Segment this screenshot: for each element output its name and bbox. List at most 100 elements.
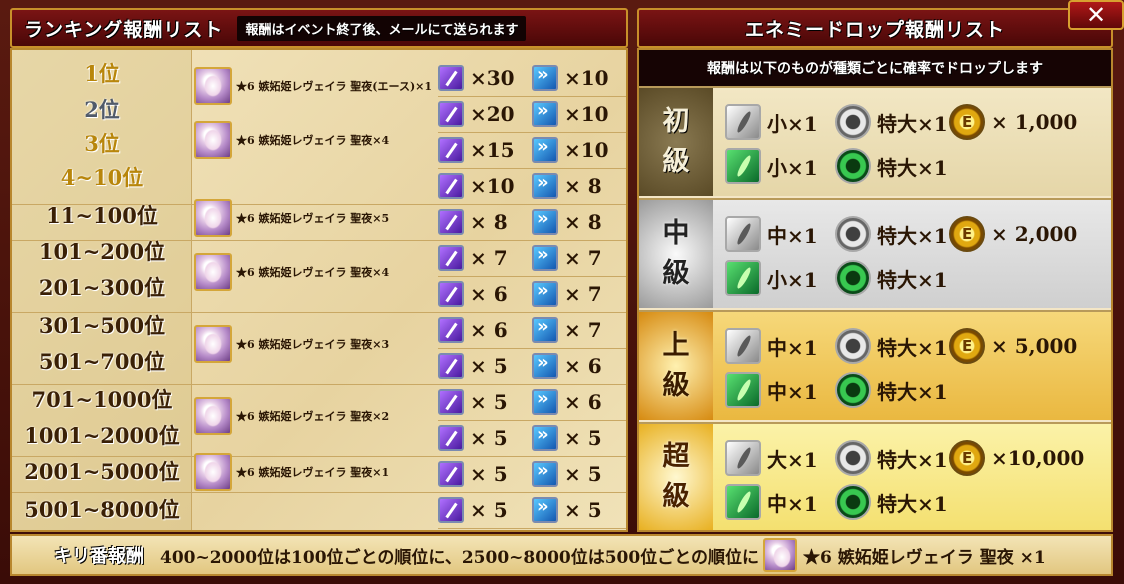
drop-qty: × 5,000 xyxy=(991,334,1078,358)
drop-qty: 特大×1 xyxy=(877,223,948,248)
drop-item: 特大×1 xyxy=(835,260,948,296)
purple-ticket-item: × 5 xyxy=(438,461,532,487)
purple-quill-ticket-icon xyxy=(438,173,464,199)
blue-ticket-qty: ×10 xyxy=(564,66,609,90)
rank-label: 101~200位 xyxy=(38,239,166,264)
rank-label: 2位 xyxy=(84,97,120,122)
tier-label: 初級 xyxy=(639,88,713,196)
close-button[interactable]: ✕ xyxy=(1068,0,1124,30)
prize-cell: ★6 嫉妬姫レヴェイラ 聖夜×4 xyxy=(194,252,436,292)
tier-label-char: 初 xyxy=(662,106,690,137)
ticket-row: × 6 × 7 xyxy=(438,276,626,312)
purple-quill-ticket-icon xyxy=(438,389,464,415)
tier-intermediate: 中級 中×1 特大×1 × 2,000 小×1 特大×1 xyxy=(639,198,1111,308)
drop-row: 中×1 特大×1 × 5,000 xyxy=(725,326,1077,366)
enemy-drop-panel: 報酬は以下のものが種類ごとに確率でドロップします 初級小×1特大×1× 1,00… xyxy=(637,48,1113,532)
blue-ticket-qty: × 5 xyxy=(564,498,602,522)
blue-arrow-ticket-icon xyxy=(532,460,558,487)
purple-quill-ticket-icon xyxy=(438,101,464,127)
blue-ticket-item: × 8 xyxy=(532,172,626,199)
drop-qty: 特大×1 xyxy=(877,267,948,292)
rank-label: 11~100位 xyxy=(46,203,158,228)
purple-ticket-qty: × 5 xyxy=(470,390,508,414)
prize-text: ★6 嫉妬姫レヴェイラ 聖夜×3 xyxy=(236,338,390,351)
ticket-row: × 5 × 5 xyxy=(438,456,626,492)
ranking-header: ランキング報酬リスト 報酬はイベント終了後、メールにて送られます xyxy=(10,8,628,48)
blue-arrow-ticket-icon xyxy=(532,316,558,343)
drop-qty: × 2,000 xyxy=(991,222,1078,246)
rank-label: 1001~2000位 xyxy=(24,423,180,448)
ticket-row: ×10 × 8 xyxy=(438,168,626,204)
ticket-row: × 7 × 7 xyxy=(438,240,626,276)
drop-row: 小×1 特大×1 xyxy=(725,146,948,186)
milestone-reward-bar: キリ番報酬 400~2000位は100位ごとの順位に、2500~8000位は50… xyxy=(10,534,1113,576)
green-feather-stone-icon xyxy=(725,260,761,296)
character-portrait-icon xyxy=(194,253,232,291)
purple-ticket-item: × 6 xyxy=(438,281,532,307)
purple-quill-ticket-icon xyxy=(438,425,464,451)
blue-ticket-qty: × 5 xyxy=(564,462,602,486)
emerald-ring-icon xyxy=(835,372,871,408)
drop-qty: 特大×1 xyxy=(877,111,948,136)
drop-item: 特大×1 xyxy=(835,216,949,252)
drop-qty: 特大×1 xyxy=(877,335,948,360)
blue-ticket-qty: × 8 xyxy=(564,174,602,198)
prize-text: ★6 嫉妬姫レヴェイラ 聖夜×2 xyxy=(236,410,390,423)
purple-ticket-item: × 5 xyxy=(438,497,532,523)
purple-ticket-item: × 8 xyxy=(438,209,532,235)
pearl-ring-icon xyxy=(835,104,871,140)
purple-quill-ticket-icon xyxy=(438,353,464,379)
tier-label: 中級 xyxy=(639,200,713,308)
blue-arrow-ticket-icon xyxy=(532,424,558,451)
rank-label: 3位 xyxy=(84,131,120,156)
blue-arrow-ticket-icon xyxy=(532,244,558,271)
purple-ticket-item: × 6 xyxy=(438,317,532,343)
drop-qty: 特大×1 xyxy=(877,155,948,180)
character-portrait-icon xyxy=(194,121,232,159)
blue-ticket-item: ×10 xyxy=(532,64,626,91)
ticket-row: × 5 × 5 xyxy=(438,420,626,456)
purple-ticket-item: ×10 xyxy=(438,173,532,199)
tier-drops: 中×1 特大×1 × 2,000 小×1 特大×1 xyxy=(713,200,1111,308)
green-feather-stone-icon xyxy=(725,484,761,520)
prize-text: ★6 嫉妬姫レヴェイラ 聖夜×5 xyxy=(236,212,390,225)
pearl-ring-icon xyxy=(835,216,871,252)
character-portrait-icon xyxy=(194,325,232,363)
green-feather-stone-icon xyxy=(725,148,761,184)
green-feather-stone-icon xyxy=(725,372,761,408)
enemy-drop-subtitle: 報酬は以下のものが種類ごとに確率でドロップします xyxy=(639,50,1111,86)
tier-label: 超級 xyxy=(639,424,713,530)
milestone-prize: ★6 嫉妬姫レヴェイラ 聖夜 ×1 xyxy=(803,547,1046,568)
ticket-row: × 5 × 5 xyxy=(438,492,626,528)
purple-quill-ticket-icon xyxy=(438,461,464,487)
silver-feather-stone-icon xyxy=(725,216,761,252)
blue-ticket-qty: × 6 xyxy=(564,354,602,378)
purple-ticket-qty: × 6 xyxy=(470,282,508,306)
blue-ticket-item: × 6 xyxy=(532,352,626,379)
character-portrait-icon xyxy=(194,199,232,237)
drop-item: ×10,000 xyxy=(949,440,1084,476)
rank-label: 501~700位 xyxy=(38,349,166,374)
tier-beginner: 初級小×1特大×1× 1,000小×1特大×1 xyxy=(639,86,1111,196)
ticket-row: × 5 × 6 xyxy=(438,348,626,384)
emerald-ring-icon xyxy=(835,484,871,520)
purple-quill-ticket-icon xyxy=(438,317,464,343)
purple-quill-ticket-icon xyxy=(438,65,464,91)
purple-ticket-qty: × 5 xyxy=(470,426,508,450)
blue-ticket-qty: ×10 xyxy=(564,102,609,126)
drop-item: 特大×1 xyxy=(835,328,949,364)
tier-label-char: 級 xyxy=(662,146,690,177)
drop-row: 小×1 特大×1 × 1,000 xyxy=(725,102,1077,142)
prize-cell: ★6 嫉妬姫レヴェイラ 聖夜×2 xyxy=(194,396,436,436)
drop-item: 大×1 xyxy=(725,440,835,476)
rank-label: 301~500位 xyxy=(38,313,166,338)
ranking-title: ランキング報酬リスト xyxy=(24,18,224,41)
drop-item: 小×1 xyxy=(725,260,835,296)
blue-ticket-item: ×10 xyxy=(532,136,626,163)
prize-cell: ★6 嫉妬姫レヴェイラ 聖夜×3 xyxy=(194,324,436,364)
purple-quill-ticket-icon xyxy=(438,281,464,307)
purple-ticket-item: × 5 xyxy=(438,425,532,451)
prize-text: ★6 嫉妬姫レヴェイラ 聖夜×4 xyxy=(236,134,390,147)
blue-ticket-item: × 7 xyxy=(532,280,626,307)
enemy-drop-title: エネミードロップ報酬リスト xyxy=(744,18,1005,41)
